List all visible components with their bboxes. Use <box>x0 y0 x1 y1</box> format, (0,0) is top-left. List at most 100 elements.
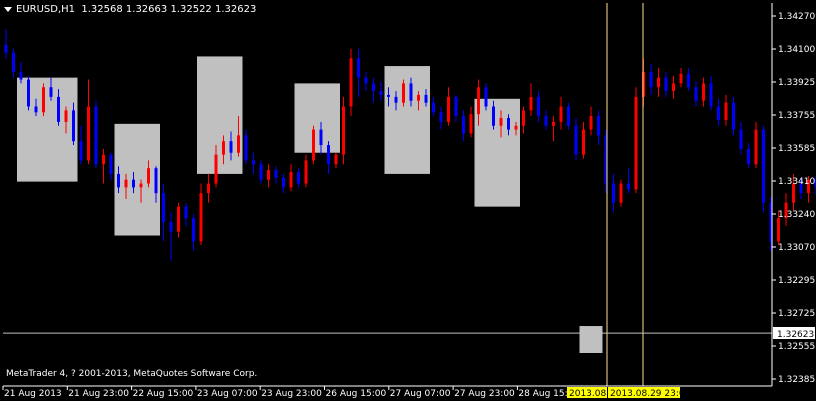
candle <box>304 154 308 188</box>
price-tick-label: 1.34100 <box>778 45 815 55</box>
candle <box>657 67 660 97</box>
price-tick-label: 1.33240 <box>778 210 815 220</box>
chart-window[interactable]: 1.34270 1.34100 1.33925 1.33755 1.33585 1.334… <box>0 0 816 401</box>
candle <box>664 71 668 97</box>
candle <box>747 143 750 169</box>
candle <box>687 67 690 92</box>
symbol-label: EURUSD,H1 <box>16 4 76 15</box>
cursor-time-label-1: 2013.08 <box>569 389 606 399</box>
candle <box>349 48 353 117</box>
candle <box>342 96 345 165</box>
candle <box>372 77 375 103</box>
highlight-box <box>579 326 603 354</box>
time-tick-label: 22 Aug 15:00 <box>133 389 194 399</box>
candle <box>544 110 548 130</box>
candle <box>327 141 330 174</box>
candle <box>694 81 698 107</box>
candle <box>94 100 98 169</box>
candle <box>207 173 210 203</box>
candle <box>522 106 525 134</box>
candle <box>289 164 293 192</box>
price-tick-label: 1.33070 <box>778 243 815 253</box>
candle <box>649 64 653 95</box>
cursor-time-label-2: 2013.08.29 23:00 <box>610 389 691 399</box>
candle <box>402 79 405 107</box>
highlight-box <box>197 56 243 174</box>
candle <box>484 83 488 111</box>
candle <box>334 152 338 169</box>
candle <box>739 121 743 155</box>
candle <box>379 81 383 101</box>
candle <box>732 96 735 136</box>
copyright-text: MetaTrader 4, ? 2001-2013, MetaQuotes So… <box>6 369 258 379</box>
candle <box>42 83 45 117</box>
candle <box>312 125 315 165</box>
highlight-box <box>384 66 430 174</box>
price-tick-label: 1.33410 <box>778 177 815 187</box>
candle <box>762 125 765 213</box>
time-tick-label: 21 Aug 23:00 <box>68 389 129 399</box>
price-tick-label: 1.32555 <box>778 342 815 352</box>
highlight-box <box>474 98 520 207</box>
highlight-boxes <box>17 56 603 354</box>
candle <box>252 152 255 174</box>
candle <box>27 75 30 111</box>
candle <box>4 29 8 59</box>
candle <box>192 214 195 251</box>
candle <box>12 48 15 78</box>
candle <box>597 110 600 146</box>
candle <box>162 183 165 242</box>
highlight-box <box>294 83 340 153</box>
time-tick-label: 23 Aug 23:00 <box>261 389 322 399</box>
candle <box>559 96 563 130</box>
candle <box>274 166 278 184</box>
time-tick-label: 26 Aug 15:00 <box>326 389 387 399</box>
price-tick-label: 1.32295 <box>778 276 815 286</box>
chevron-down-icon[interactable] <box>4 6 12 12</box>
price-tick-label: 1.33925 <box>778 78 815 88</box>
candle <box>709 75 713 111</box>
candle <box>267 164 270 188</box>
candle <box>582 121 585 159</box>
candle <box>619 179 623 207</box>
time-tick-label: 27 Aug 07:00 <box>390 389 451 399</box>
time-tick-label: 27 Aug 23:00 <box>454 389 515 399</box>
candle <box>109 152 113 180</box>
price-chart[interactable]: 1.34270 1.34100 1.33925 1.33755 1.33585 1.334… <box>0 0 816 401</box>
candle <box>439 106 443 130</box>
candle <box>297 168 300 188</box>
highlight-box <box>114 123 160 236</box>
candle <box>357 48 360 97</box>
candle <box>102 148 105 184</box>
candle <box>634 87 638 194</box>
candle <box>432 96 435 117</box>
candle <box>754 121 758 169</box>
current-price-tag: 1.32623 <box>773 327 815 340</box>
time-axis: 21 Aug 2013 21 Aug 23:00 22 Aug 15:00 23 Au… <box>2 386 579 399</box>
price-tick-label: 1.34270 <box>778 12 815 22</box>
ohlc-values: 1.32568 1.32663 1.32522 1.32623 <box>81 4 257 15</box>
candle <box>589 106 593 136</box>
candle <box>169 212 173 261</box>
candle <box>724 94 728 126</box>
candle <box>537 91 540 122</box>
candle <box>259 160 263 184</box>
candle <box>627 168 630 194</box>
candle <box>87 79 90 165</box>
candle <box>702 77 705 107</box>
price-tick-label: 1.33755 <box>778 111 815 121</box>
candle <box>447 87 450 126</box>
candle <box>717 98 720 126</box>
candle <box>552 116 555 142</box>
candle <box>364 71 368 92</box>
current-price-label: 1.32623 <box>777 330 814 340</box>
cursor-time-labels: 2013.08 2013.08.29 23:00 <box>567 387 691 399</box>
candle <box>469 106 473 138</box>
highlight-box <box>17 77 78 182</box>
price-tick-label: 1.33585 <box>778 144 815 154</box>
candle <box>567 102 570 130</box>
candle <box>282 173 285 194</box>
price-tick-label: 1.32725 <box>778 309 815 319</box>
candle <box>612 173 615 213</box>
time-tick-label: 23 Aug 07:00 <box>197 389 258 399</box>
